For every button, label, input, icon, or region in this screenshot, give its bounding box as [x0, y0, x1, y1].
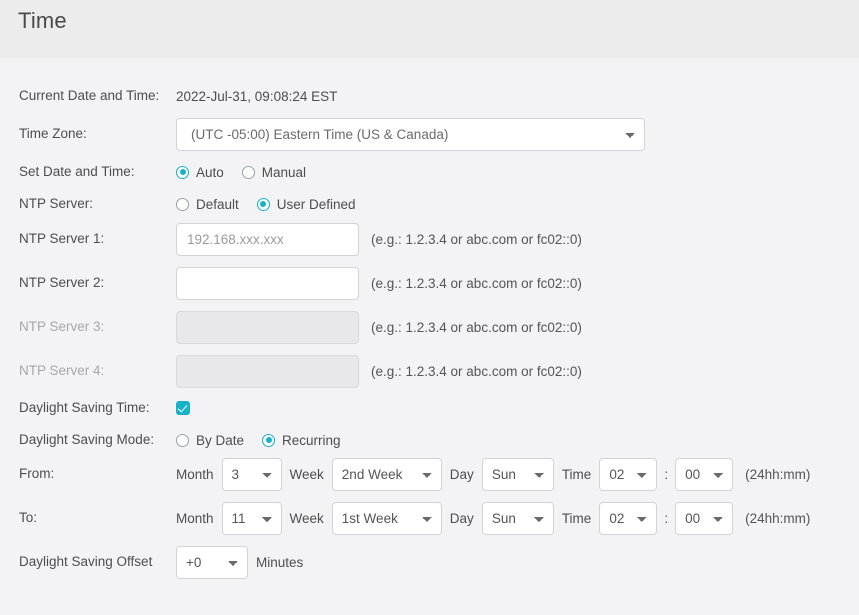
dst-to-day-label: Day	[449, 511, 474, 526]
dst-to-month-select[interactable]: 11	[221, 502, 282, 535]
radio-set-date-time-manual[interactable]: Manual	[241, 164, 307, 180]
radio-set-date-time-auto[interactable]: Auto	[176, 165, 224, 180]
row-set-date-time: Set Date and Time: Auto Manual	[0, 162, 859, 182]
dst-to-minute-select[interactable]: 00	[675, 502, 734, 535]
dst-from-week-label: Week	[289, 467, 324, 482]
dst-to-day-select[interactable]: Sun	[481, 502, 554, 535]
radio-label-recurring: Recurring	[282, 432, 341, 448]
dst-from-time-label: Time	[561, 467, 592, 482]
radio-off-icon	[176, 433, 189, 447]
daylight-saving-mode-radio-group: By Date Recurring	[176, 433, 359, 448]
ntp-server-1-label: NTP Server 1:	[19, 231, 105, 247]
ntp-server-3-input	[176, 311, 359, 344]
row-ntp-server-4: NTP Server 4: (e.g.: 1.2.3.4 or abc.com …	[0, 355, 859, 388]
dst-from-label: From:	[19, 466, 55, 482]
dst-from-month-label: Month	[176, 467, 214, 482]
ntp-server-4-input	[176, 355, 359, 388]
ntp-server-mode-radio-group: Default User Defined	[176, 197, 374, 212]
time-zone-select[interactable]: (UTC -05:00) Eastern Time (US & Canada)	[176, 118, 645, 151]
row-dst-from: From: Month 3 Week 2nd Week Day Sun Time…	[0, 458, 859, 491]
daylight-saving-offset-select[interactable]: +0	[176, 546, 248, 579]
dst-to-hour-select[interactable]: 02	[599, 502, 658, 535]
radio-off-icon	[241, 165, 255, 179]
radio-dst-recurring[interactable]: Recurring	[262, 433, 341, 448]
ntp-server-1-input[interactable]	[176, 223, 359, 256]
radio-ntp-user-defined[interactable]: User Defined	[256, 196, 356, 212]
dst-from-week-select[interactable]: 2nd Week	[331, 458, 442, 491]
dst-from-hint: (24hh:mm)	[745, 467, 811, 482]
radio-label-user-defined: User Defined	[276, 196, 356, 212]
ntp-server-1-hint: (e.g.: 1.2.3.4 or abc.com or fc02::0)	[371, 232, 582, 247]
dst-from-day-select[interactable]: Sun	[481, 458, 554, 491]
dst-to-time-label: Time	[561, 511, 592, 526]
page-title: Time	[18, 8, 67, 33]
daylight-saving-offset-label: Daylight Saving Offset	[19, 554, 153, 570]
dst-to-week-select[interactable]: 1st Week	[331, 502, 442, 535]
radio-label-by-date: By Date	[196, 432, 245, 448]
radio-label-default: Default	[196, 196, 239, 212]
row-ntp-server-3: NTP Server 3: (e.g.: 1.2.3.4 or abc.com …	[0, 311, 859, 344]
row-daylight-saving-mode: Daylight Saving Mode: By Date Recurring	[0, 430, 859, 450]
ntp-server-2-hint: (e.g.: 1.2.3.4 or abc.com or fc02::0)	[371, 276, 582, 291]
dst-to-hint: (24hh:mm)	[745, 511, 811, 526]
row-ntp-server-mode: NTP Server: Default User Defined	[0, 194, 859, 214]
row-time-zone: Time Zone: (UTC -05:00) Eastern Time (US…	[0, 118, 859, 151]
row-current-datetime: Current Date and Time: 2022-Jul-31, 09:0…	[0, 86, 859, 106]
radio-on-icon	[262, 433, 276, 447]
radio-label-auto: Auto	[196, 164, 224, 180]
dst-to-month-label: Month	[176, 511, 214, 526]
page-header: Time	[0, 0, 859, 58]
daylight-saving-offset-unit: Minutes	[256, 555, 304, 570]
dst-from-minute-select[interactable]: 00	[675, 458, 734, 491]
dst-to-time-separator: :	[664, 511, 669, 526]
radio-on-icon	[256, 197, 270, 211]
radio-on-icon	[176, 165, 189, 179]
radio-ntp-default[interactable]: Default	[176, 197, 239, 212]
set-date-time-radio-group: Auto Manual	[176, 165, 324, 180]
current-datetime-label: Current Date and Time:	[19, 87, 160, 103]
current-datetime-value: 2022-Jul-31, 09:08:24 EST	[176, 88, 338, 104]
time-settings-form: Current Date and Time: 2022-Jul-31, 09:0…	[0, 58, 859, 615]
ntp-server-mode-label: NTP Server:	[19, 195, 94, 211]
dst-from-day-label: Day	[449, 467, 474, 482]
ntp-server-4-label: NTP Server 4:	[19, 363, 105, 379]
ntp-server-2-input[interactable]	[176, 267, 359, 300]
row-ntp-server-1: NTP Server 1: (e.g.: 1.2.3.4 or abc.com …	[0, 223, 859, 256]
dst-from-month-select[interactable]: 3	[221, 458, 282, 491]
time-zone-label: Time Zone:	[19, 126, 87, 142]
dst-to-label: To:	[19, 510, 38, 526]
row-ntp-server-2: NTP Server 2: (e.g.: 1.2.3.4 or abc.com …	[0, 267, 859, 300]
ntp-server-2-label: NTP Server 2:	[19, 275, 105, 291]
set-date-time-label: Set Date and Time:	[19, 163, 135, 179]
dst-from-hour-select[interactable]: 02	[599, 458, 658, 491]
row-daylight-saving-offset: Daylight Saving Offset +0 Minutes	[0, 546, 859, 579]
daylight-saving-time-checkbox[interactable]	[176, 401, 190, 415]
ntp-server-4-hint: (e.g.: 1.2.3.4 or abc.com or fc02::0)	[371, 364, 582, 379]
row-dst-to: To: Month 11 Week 1st Week Day Sun Time …	[0, 502, 859, 535]
ntp-server-3-label: NTP Server 3:	[19, 319, 105, 335]
radio-label-manual: Manual	[261, 164, 307, 180]
radio-dst-by-date[interactable]: By Date	[176, 433, 244, 448]
dst-from-time-separator: :	[664, 467, 669, 482]
row-daylight-saving-time: Daylight Saving Time:	[0, 398, 859, 418]
daylight-saving-mode-label: Daylight Saving Mode:	[19, 431, 155, 447]
daylight-saving-time-label: Daylight Saving Time:	[19, 399, 150, 415]
ntp-server-3-hint: (e.g.: 1.2.3.4 or abc.com or fc02::0)	[371, 320, 582, 335]
dst-to-week-label: Week	[289, 511, 324, 526]
radio-off-icon	[176, 197, 189, 211]
